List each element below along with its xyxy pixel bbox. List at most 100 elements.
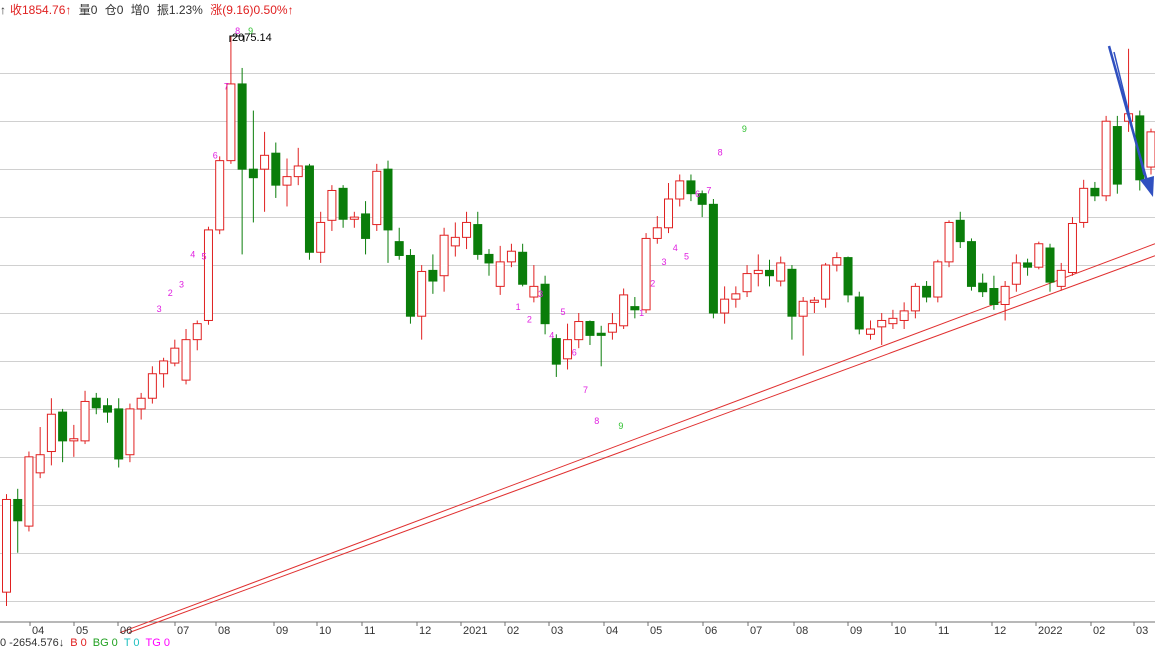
candle [865,320,875,340]
candle [316,211,326,263]
candle [518,243,528,287]
candle [349,211,359,228]
candle-body [484,253,494,264]
candle [473,211,483,260]
x-tick-label: 07 [177,625,189,636]
count-marker: 6 [213,151,218,161]
candle-body [495,261,505,287]
candle-body [877,319,887,328]
candle [551,334,561,377]
candle-body [226,83,236,162]
candle [428,254,438,294]
candle-body [619,294,629,327]
candle-body [1011,262,1021,285]
count-marker: 9 [618,421,623,431]
candle [966,238,976,291]
candle-body [114,408,124,460]
candle-body [372,170,382,226]
candle-body [147,373,157,399]
candle [720,286,730,324]
candle [1011,254,1021,292]
candle-body [462,221,472,238]
candle-body [192,323,202,341]
candle-body [787,268,797,317]
candle [596,325,606,367]
candle-body [596,332,606,336]
candle-body [181,339,191,381]
candle [989,275,999,310]
candle-body [473,224,483,255]
count-marker: 2 [650,278,655,288]
x-tick-label: 2021 [463,625,487,636]
peak-label: 2075.14 [232,32,272,44]
candle-body [843,257,853,296]
candle-body [731,293,741,300]
candlestick-chart[interactable]: 3234 5678 9123456789123456 789 2075.14 04 05… [0,0,1155,636]
candle-body [607,323,617,333]
x-tick-label: 06 [705,625,717,636]
candle [854,291,864,335]
candle [776,256,786,287]
candle [394,227,404,260]
x-tick-label: 12 [994,625,1006,636]
candle-body [46,413,56,453]
x-tick-label: 08 [796,625,808,636]
candle-body [1045,247,1055,283]
candle [226,35,236,164]
candle-body [989,288,999,305]
count-marker: 1 [516,302,521,312]
candle-body [13,498,23,522]
candle [630,297,640,319]
candle [809,297,819,314]
candle-body [159,360,169,375]
candle [417,265,427,340]
candle-body [1079,187,1089,223]
candle [114,398,124,468]
candle [24,451,34,532]
candle [574,313,584,349]
candle-body [742,273,752,293]
candle-body [798,300,808,317]
x-tick-label: 04 [606,625,618,636]
candle [686,174,696,202]
candle [765,259,774,287]
candle-body [417,270,427,317]
candle-body [641,237,651,311]
candle [405,249,415,324]
count-marker: 4 [190,250,195,260]
candle-body [428,269,438,282]
x-tick-label: 10 [894,625,906,636]
candle-body [282,176,292,186]
candle [742,265,752,298]
candle-body [1090,187,1100,197]
candle [1056,262,1066,291]
candle [664,183,674,234]
candle-body [888,317,898,325]
candle [1146,128,1155,175]
candle-body [1056,269,1066,287]
candle-body [922,285,932,298]
candle-body [563,339,573,360]
x-tick-label: 12 [419,625,431,636]
candle [753,254,763,287]
candle-body [551,338,561,365]
candle-body [865,328,875,335]
candle [1135,110,1145,191]
candle-body [80,400,90,442]
candle-body [361,213,371,239]
candle-body [664,198,674,229]
candle [484,249,494,276]
candle [293,147,303,186]
candle [832,252,842,272]
candle [159,357,169,388]
candle [619,288,629,329]
candle [529,265,539,303]
x-tick-label: 05 [650,625,662,636]
candle [506,243,516,268]
x-tick-label: 10 [319,625,331,636]
candle-body [1146,131,1155,168]
x-tick-label: 11 [364,625,375,636]
candle-body [383,168,393,231]
candle [540,275,550,335]
candle-body [136,397,146,410]
